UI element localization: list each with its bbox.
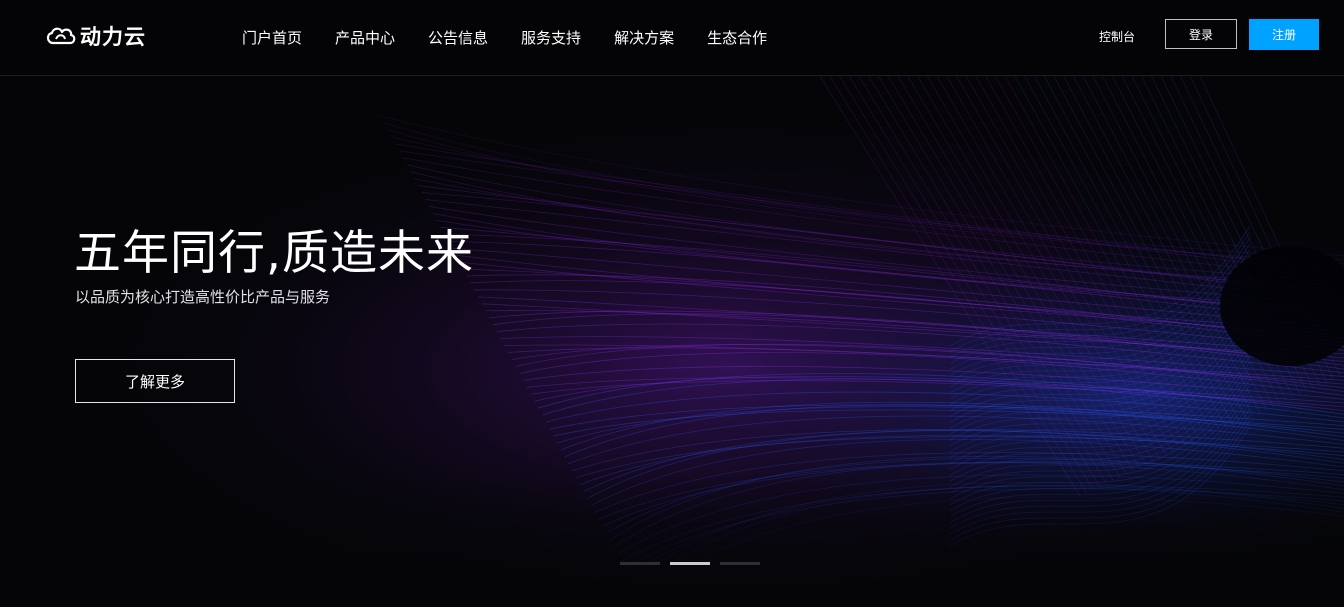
carousel-dot-active[interactable] [670, 562, 710, 565]
main-nav: 门户首页 产品中心 公告信息 服务支持 解决方案 生态合作 [242, 0, 800, 75]
hero-wave-background [0, 76, 1344, 607]
login-button[interactable]: 登录 [1165, 19, 1237, 49]
hero-banner: 五年同行,质造未来 以品质为核心打造高性价比产品与服务 了解更多 [0, 76, 1344, 607]
hero-subtitle: 以品质为核心打造高性价比产品与服务 [75, 288, 331, 306]
brand-name: 动力云 [80, 25, 146, 49]
learn-more-button[interactable]: 了解更多 [75, 359, 235, 403]
nav-item-support[interactable]: 服务支持 [521, 27, 581, 48]
nav-item-home[interactable]: 门户首页 [242, 27, 302, 48]
carousel-dot[interactable] [620, 562, 660, 565]
carousel-indicators [620, 562, 760, 565]
carousel-dot[interactable] [720, 562, 760, 565]
cloud-logo-icon [46, 27, 76, 45]
hero-title: 五年同行,质造未来 [74, 226, 474, 281]
nav-item-ecosystem[interactable]: 生态合作 [707, 27, 767, 48]
brand-logo[interactable]: 动力云 [44, 22, 146, 50]
top-header: 动力云 门户首页 产品中心 公告信息 服务支持 解决方案 生态合作 控制台 登录… [0, 0, 1344, 76]
register-button[interactable]: 注册 [1249, 19, 1319, 50]
console-link[interactable]: 控制台 [1099, 28, 1135, 45]
nav-item-announcements[interactable]: 公告信息 [428, 27, 488, 48]
nav-item-products[interactable]: 产品中心 [335, 27, 395, 48]
nav-item-solutions[interactable]: 解决方案 [614, 27, 674, 48]
